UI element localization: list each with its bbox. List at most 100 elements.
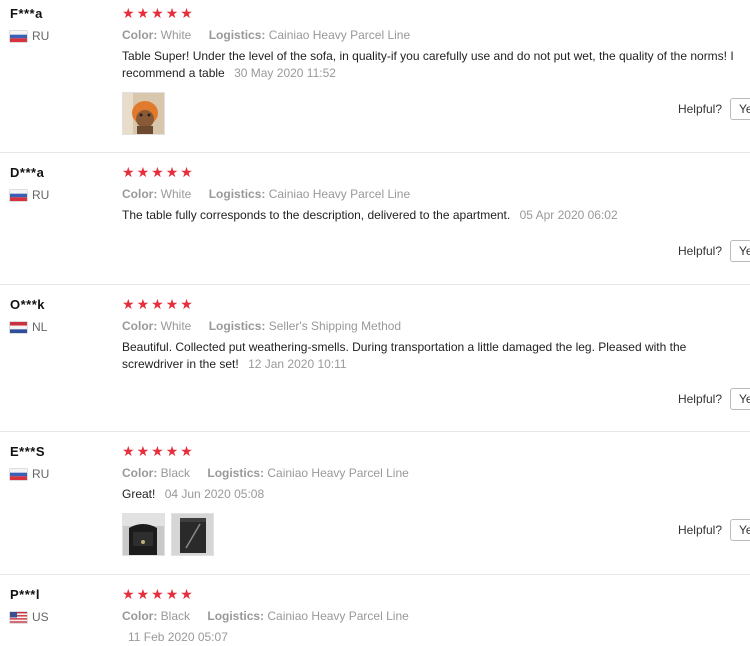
star-icon: ★ <box>180 6 193 22</box>
reviewer-country: NL <box>10 320 47 334</box>
star-icon: ★ <box>136 6 150 22</box>
logistics-value: Cainiao Heavy Parcel Line <box>268 28 411 42</box>
review-content: ★ ★ ★ ★ ★ Color: Black Logistics: Cainia… <box>122 444 750 556</box>
usa-flag-icon <box>10 611 27 623</box>
review-content: ★ ★ ★ ★ ★ Color: Black Logistics: Cainia… <box>122 587 750 646</box>
photo-image <box>123 514 164 555</box>
star-icon: ★ <box>151 297 164 313</box>
russia-flag-icon <box>10 468 27 480</box>
review-item: O***k NL ★ ★ ★ ★ ★ Color: White Logistic… <box>0 297 750 432</box>
review-photo-thumbnail[interactable] <box>122 92 165 135</box>
color-value: Black <box>160 609 191 623</box>
helpful-yes-button[interactable]: Ye <box>730 240 750 262</box>
star-icon: ★ <box>165 444 179 460</box>
star-icon: ★ <box>180 587 193 603</box>
star-icon: ★ <box>136 587 150 603</box>
logistics-label: Logistics: <box>207 609 265 623</box>
review-photos <box>122 92 750 135</box>
reviewer-name: O***k <box>10 297 46 312</box>
order-attributes: Color: Black Logistics: Cainiao Heavy Pa… <box>122 609 750 623</box>
review-photo-thumbnail[interactable] <box>122 513 165 556</box>
review-date: 12 Jan 2020 10:11 <box>248 357 347 371</box>
review-photo-thumbnail[interactable] <box>171 513 214 556</box>
helpful-vote: Helpful? Ye <box>678 240 750 262</box>
reviewer: O***k NL <box>10 297 47 334</box>
review-date: 30 May 2020 11:52 <box>234 66 336 80</box>
review-content: ★ ★ ★ ★ ★ Color: White Logistics: Cainia… <box>122 165 750 224</box>
star-icon: ★ <box>165 587 179 603</box>
logistics-label: Logistics: <box>208 319 266 333</box>
helpful-yes-button[interactable]: Ye <box>730 98 750 120</box>
reviewer-name: F***a <box>10 6 43 21</box>
color-label: Color: <box>122 187 158 201</box>
helpful-yes-button[interactable]: Ye <box>730 388 750 410</box>
review-item: D***a RU ★ ★ ★ ★ ★ Color: White Logistic… <box>0 165 750 285</box>
reviewer-name: P***l <box>10 587 40 602</box>
country-code: RU <box>32 29 50 43</box>
star-icon: ★ <box>136 165 150 181</box>
star-icon: ★ <box>180 165 193 181</box>
star-icon: ★ <box>165 297 179 313</box>
review-date: 11 Feb 2020 05:07 <box>128 630 228 644</box>
photo-image <box>172 514 213 555</box>
helpful-yes-button[interactable]: Ye <box>730 519 750 541</box>
country-code: US <box>32 610 49 624</box>
reviewer-country: RU <box>10 188 49 202</box>
star-icon: ★ <box>122 444 135 460</box>
logistics-value: Cainiao Heavy Parcel Line <box>267 466 409 480</box>
color-label: Color: <box>122 319 158 333</box>
logistics-label: Logistics: <box>208 187 266 201</box>
review-text: Great! 04 Jun 2020 05:08 <box>122 486 750 503</box>
order-attributes: Color: Black Logistics: Cainiao Heavy Pa… <box>122 466 750 480</box>
netherlands-flag-icon <box>10 321 27 333</box>
reviewer-country: RU <box>10 29 49 43</box>
review-text-line: Great! <box>122 487 156 501</box>
star-icon: ★ <box>136 444 150 460</box>
photo-image <box>123 93 164 134</box>
reviewer: E***S RU <box>10 444 49 481</box>
review-photos <box>122 513 750 556</box>
star-icon: ★ <box>136 297 150 313</box>
review-text: The table fully corresponds to the descr… <box>122 207 750 224</box>
helpful-vote: Helpful? Ye <box>678 388 750 410</box>
star-icon: ★ <box>151 587 164 603</box>
logistics-value: Cainiao Heavy Parcel Line <box>268 187 411 201</box>
review-text: Table Super! Under the level of the sofa… <box>122 48 750 82</box>
country-code: NL <box>32 320 48 334</box>
review-feed: F***a RU ★ ★ ★ ★ ★ Color: White Logistic… <box>0 0 750 646</box>
reviewer-country: US <box>10 610 49 624</box>
star-icon: ★ <box>165 165 179 181</box>
order-attributes: Color: White Logistics: Cainiao Heavy Pa… <box>122 187 750 201</box>
star-icon: ★ <box>122 297 135 313</box>
star-icon: ★ <box>122 165 135 181</box>
star-icon: ★ <box>122 587 135 603</box>
review-content: ★ ★ ★ ★ ★ Color: White Logistics: Cainia… <box>122 6 750 135</box>
color-value: White <box>160 187 192 201</box>
color-label: Color: <box>122 28 158 42</box>
star-icon: ★ <box>122 6 135 22</box>
logistics-value: Cainiao Heavy Parcel Line <box>267 609 409 623</box>
color-value: White <box>160 28 192 42</box>
star-icon: ★ <box>151 444 164 460</box>
reviewer-name: D***a <box>10 165 45 180</box>
order-attributes: Color: White Logistics: Seller's Shippin… <box>122 319 750 333</box>
review-text: 11 Feb 2020 05:07 <box>122 629 750 646</box>
rating-stars: ★ ★ ★ ★ ★ <box>122 297 750 313</box>
helpful-label: Helpful? <box>677 102 722 116</box>
star-icon: ★ <box>180 444 193 460</box>
reviewer: F***a RU <box>10 6 49 43</box>
star-icon: ★ <box>151 6 164 22</box>
reviewer-name: E***S <box>10 444 46 459</box>
color-label: Color: <box>122 609 158 623</box>
helpful-label: Helpful? <box>677 244 722 258</box>
review-text-line: Table Super! Under the level of the sofa… <box>122 49 734 63</box>
logistics-value: Seller's Shipping Method <box>268 319 402 333</box>
color-value: Black <box>160 466 191 480</box>
review-text-line: recommend a table <box>122 66 225 80</box>
color-label: Color: <box>122 466 158 480</box>
country-code: RU <box>32 188 50 202</box>
review-text-line: screwdriver in the set! <box>122 357 239 371</box>
logistics-label: Logistics: <box>208 28 266 42</box>
review-item: E***S RU ★ ★ ★ ★ ★ Color: Black Logistic… <box>0 444 750 575</box>
review-date: 04 Jun 2020 05:08 <box>164 487 265 501</box>
